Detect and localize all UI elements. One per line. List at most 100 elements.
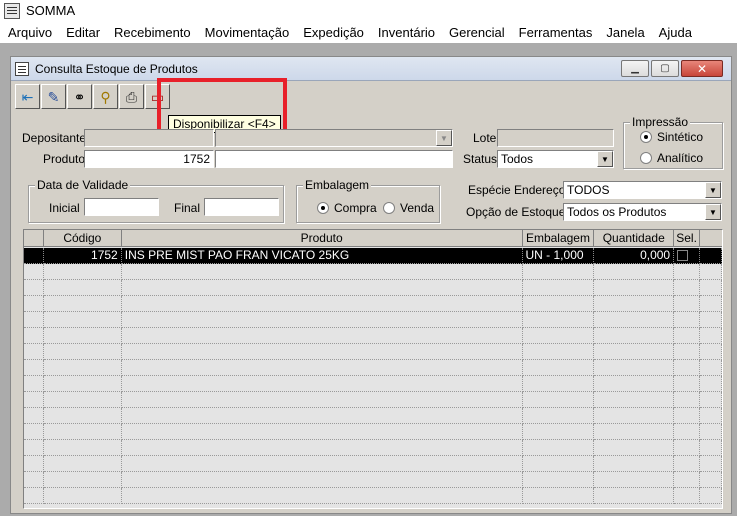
- header-sel[interactable]: Sel.: [674, 230, 701, 247]
- cell-embalagem: [522, 264, 595, 280]
- radio-checked-icon: [317, 202, 329, 214]
- header-quantidade[interactable]: Quantidade: [594, 230, 675, 247]
- table-row-empty[interactable]: [24, 440, 722, 456]
- table-row-empty[interactable]: [24, 488, 722, 504]
- table-row-empty[interactable]: [24, 376, 722, 392]
- table-row-empty[interactable]: [24, 344, 722, 360]
- compra-radio[interactable]: Compra: [317, 201, 377, 215]
- cell-quantidade: [594, 264, 675, 280]
- cell-embalagem: [522, 312, 595, 328]
- window-title: Consulta Estoque de Produtos: [35, 61, 198, 76]
- cell-sel: [674, 472, 701, 488]
- cell-produto: [121, 296, 523, 312]
- final-date-field[interactable]: [204, 198, 279, 216]
- maximize-icon: ▢: [660, 63, 670, 74]
- status-select[interactable]: Todos ▼: [497, 150, 614, 168]
- menu-janela[interactable]: Janela: [599, 23, 651, 42]
- status-label: Status: [463, 152, 498, 166]
- cell-produto: [121, 440, 523, 456]
- cell-quantidade: [594, 344, 675, 360]
- table-row-empty[interactable]: [24, 296, 722, 312]
- close-button[interactable]: ✕: [681, 60, 723, 77]
- cell-filler: [24, 248, 44, 264]
- cell-produto: INS PRE MIST PAO FRAN VICATO 25KG: [121, 248, 523, 264]
- sintetico-radio[interactable]: Sintético: [640, 130, 703, 144]
- cell-codigo: [43, 296, 122, 312]
- cell-codigo: [43, 488, 122, 504]
- query-button[interactable]: ⚲: [93, 84, 118, 109]
- cell-codigo: [43, 360, 122, 376]
- find-button[interactable]: ⚭: [67, 84, 92, 109]
- especie-label: Espécie Endereço: [468, 183, 566, 197]
- cell-sel: [674, 456, 701, 472]
- cell-filler: [700, 312, 722, 328]
- chevron-down-icon[interactable]: ▼: [597, 151, 613, 167]
- table-row-empty[interactable]: [24, 264, 722, 280]
- menu-inventario[interactable]: Inventário: [371, 23, 442, 42]
- window-title-bar: Consulta Estoque de Produtos ▁ ▢ ✕: [11, 57, 731, 81]
- menu-recebimento[interactable]: Recebimento: [107, 23, 198, 42]
- mdi-area: Consulta Estoque de Produtos ▁ ▢ ✕ ⇤ ✎ ⚭…: [0, 43, 737, 516]
- print-button[interactable]: ⎙: [119, 84, 144, 109]
- radio-checked-icon: [640, 131, 652, 143]
- table-row-empty[interactable]: [24, 392, 722, 408]
- depositante-name-combo: ▼: [215, 129, 453, 147]
- results-grid[interactable]: Código Produto Embalagem Quantidade Sel.…: [23, 229, 723, 509]
- chevron-down-icon[interactable]: ▼: [705, 182, 721, 198]
- minimize-button[interactable]: ▁: [621, 60, 649, 77]
- grid-filler-header: [700, 230, 722, 247]
- app-title-bar: SOMMA: [0, 0, 737, 21]
- table-row-empty[interactable]: [24, 312, 722, 328]
- table-row-empty[interactable]: [24, 408, 722, 424]
- cell-embalagem: [522, 424, 595, 440]
- grid-header: Código Produto Embalagem Quantidade Sel.: [24, 230, 722, 247]
- cell-filler: [700, 344, 722, 360]
- cell-embalagem: [522, 344, 595, 360]
- header-codigo[interactable]: Código: [44, 230, 122, 247]
- eraser-icon: ✎: [47, 88, 60, 105]
- menu-editar[interactable]: Editar: [59, 23, 107, 42]
- table-row-empty[interactable]: [24, 472, 722, 488]
- cell-filler: [700, 248, 722, 264]
- venda-radio[interactable]: Venda: [383, 201, 434, 215]
- radio-unchecked-icon: [640, 152, 652, 164]
- menu-expedicao[interactable]: Expedição: [296, 23, 371, 42]
- menu-movimentacao[interactable]: Movimentação: [198, 23, 297, 42]
- cell-produto: [121, 376, 523, 392]
- especie-select[interactable]: TODOS ▼: [563, 181, 722, 199]
- menu-gerencial[interactable]: Gerencial: [442, 23, 512, 42]
- cell-filler: [24, 392, 44, 408]
- produto-code-field[interactable]: 1752: [84, 150, 214, 168]
- table-row-empty[interactable]: [24, 280, 722, 296]
- cell-filler: [24, 360, 44, 376]
- table-row-empty[interactable]: [24, 424, 722, 440]
- window-icon: [15, 61, 29, 76]
- cell-embalagem: [522, 296, 595, 312]
- cell-embalagem: [522, 360, 595, 376]
- opcao-select[interactable]: Todos os Produtos ▼: [563, 203, 722, 221]
- table-row-empty[interactable]: [24, 328, 722, 344]
- table-row[interactable]: 1752 INS PRE MIST PAO FRAN VICATO 25KG UN …: [24, 248, 722, 264]
- header-produto[interactable]: Produto: [122, 230, 523, 247]
- exit-button[interactable]: ⇤: [15, 84, 40, 109]
- select-checkbox[interactable]: [677, 250, 689, 261]
- clear-button[interactable]: ✎: [41, 84, 66, 109]
- cell-quantidade: [594, 376, 675, 392]
- menu-ferramentas[interactable]: Ferramentas: [512, 23, 600, 42]
- produto-name-field[interactable]: [215, 150, 453, 168]
- inicial-date-field[interactable]: [84, 198, 159, 216]
- analitico-radio[interactable]: Analítico: [640, 151, 703, 165]
- menu-arquivo[interactable]: Arquivo: [4, 23, 59, 42]
- table-row-empty[interactable]: [24, 456, 722, 472]
- maximize-button[interactable]: ▢: [651, 60, 679, 77]
- search-document-icon: ⚲: [100, 88, 111, 105]
- impressao-group: Impressão Sintético Analítico: [623, 115, 723, 169]
- table-row-empty[interactable]: [24, 360, 722, 376]
- header-embalagem[interactable]: Embalagem: [523, 230, 595, 247]
- menu-ajuda[interactable]: Ajuda: [652, 23, 699, 42]
- cell-embalagem: [522, 456, 595, 472]
- cell-filler: [700, 488, 722, 504]
- cell-codigo: [43, 328, 122, 344]
- cell-produto: [121, 312, 523, 328]
- chevron-down-icon[interactable]: ▼: [705, 204, 721, 220]
